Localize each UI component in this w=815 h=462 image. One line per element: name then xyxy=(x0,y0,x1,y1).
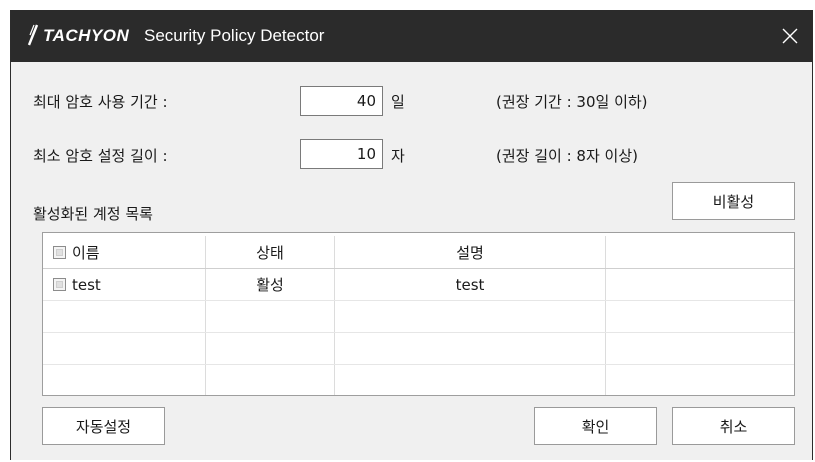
empty-cell xyxy=(606,333,792,364)
tachyon-slash-icon xyxy=(27,24,39,46)
title-bar[interactable]: TACHYON Security Policy Detector xyxy=(11,10,812,62)
ok-button[interactable]: 확인 xyxy=(534,407,657,445)
empty-row xyxy=(43,301,794,333)
empty-cell xyxy=(43,333,206,364)
empty-cell xyxy=(335,365,606,395)
close-icon xyxy=(782,28,798,44)
empty-cell xyxy=(606,301,792,332)
min-password-length-label: 최소 암호 설정 길이 : xyxy=(33,147,168,165)
active-accounts-label: 활성화된 계정 목록 xyxy=(33,205,153,223)
empty-cell xyxy=(335,333,606,364)
empty-cell xyxy=(606,365,792,395)
table-row[interactable]: test 활성 test xyxy=(43,269,794,301)
grid-header-row: 이름 상태 설명 xyxy=(43,236,794,269)
max-password-age-unit: 일 xyxy=(391,93,405,111)
empty-cell xyxy=(43,301,206,332)
min-password-length-hint: (권장 길이 : 8자 이상) xyxy=(496,147,638,165)
column-header-empty xyxy=(606,236,792,268)
empty-cell xyxy=(206,301,335,332)
auto-setting-button[interactable]: 자동설정 xyxy=(42,407,165,445)
close-button[interactable] xyxy=(774,20,806,52)
select-all-checkbox[interactable] xyxy=(53,245,66,259)
cell-name: test xyxy=(43,269,206,300)
empty-row xyxy=(43,333,794,365)
cell-empty xyxy=(606,269,792,300)
dialog-window: TACHYON Security Policy Detector 최대 암호 사… xyxy=(10,10,813,460)
max-password-age-hint: (권장 기간 : 30일 이하) xyxy=(496,93,648,111)
max-password-age-input[interactable]: 40 xyxy=(300,86,383,116)
account-description: test xyxy=(335,269,606,300)
account-name: test xyxy=(72,275,101,294)
brand-logo-text: TACHYON xyxy=(43,26,130,45)
column-header-name-label: 이름 xyxy=(72,243,100,262)
column-header-status[interactable]: 상태 xyxy=(206,236,335,268)
row-checkbox[interactable] xyxy=(53,278,66,291)
column-header-name[interactable]: 이름 xyxy=(43,236,206,268)
accounts-grid: 이름 상태 설명 test 활성 test xyxy=(42,232,795,396)
column-header-description[interactable]: 설명 xyxy=(335,236,606,268)
empty-cell xyxy=(43,365,206,395)
empty-cell xyxy=(335,301,606,332)
empty-row xyxy=(43,365,794,395)
max-password-age-label: 최대 암호 사용 기간 : xyxy=(33,93,168,111)
cancel-button[interactable]: 취소 xyxy=(672,407,795,445)
empty-cell xyxy=(206,365,335,395)
empty-cell xyxy=(206,333,335,364)
account-status: 활성 xyxy=(206,269,335,300)
min-password-length-input[interactable]: 10 xyxy=(300,139,383,169)
window-title: Security Policy Detector xyxy=(144,26,325,45)
deactivate-button[interactable]: 비활성 xyxy=(672,182,795,220)
min-password-length-unit: 자 xyxy=(391,147,405,165)
